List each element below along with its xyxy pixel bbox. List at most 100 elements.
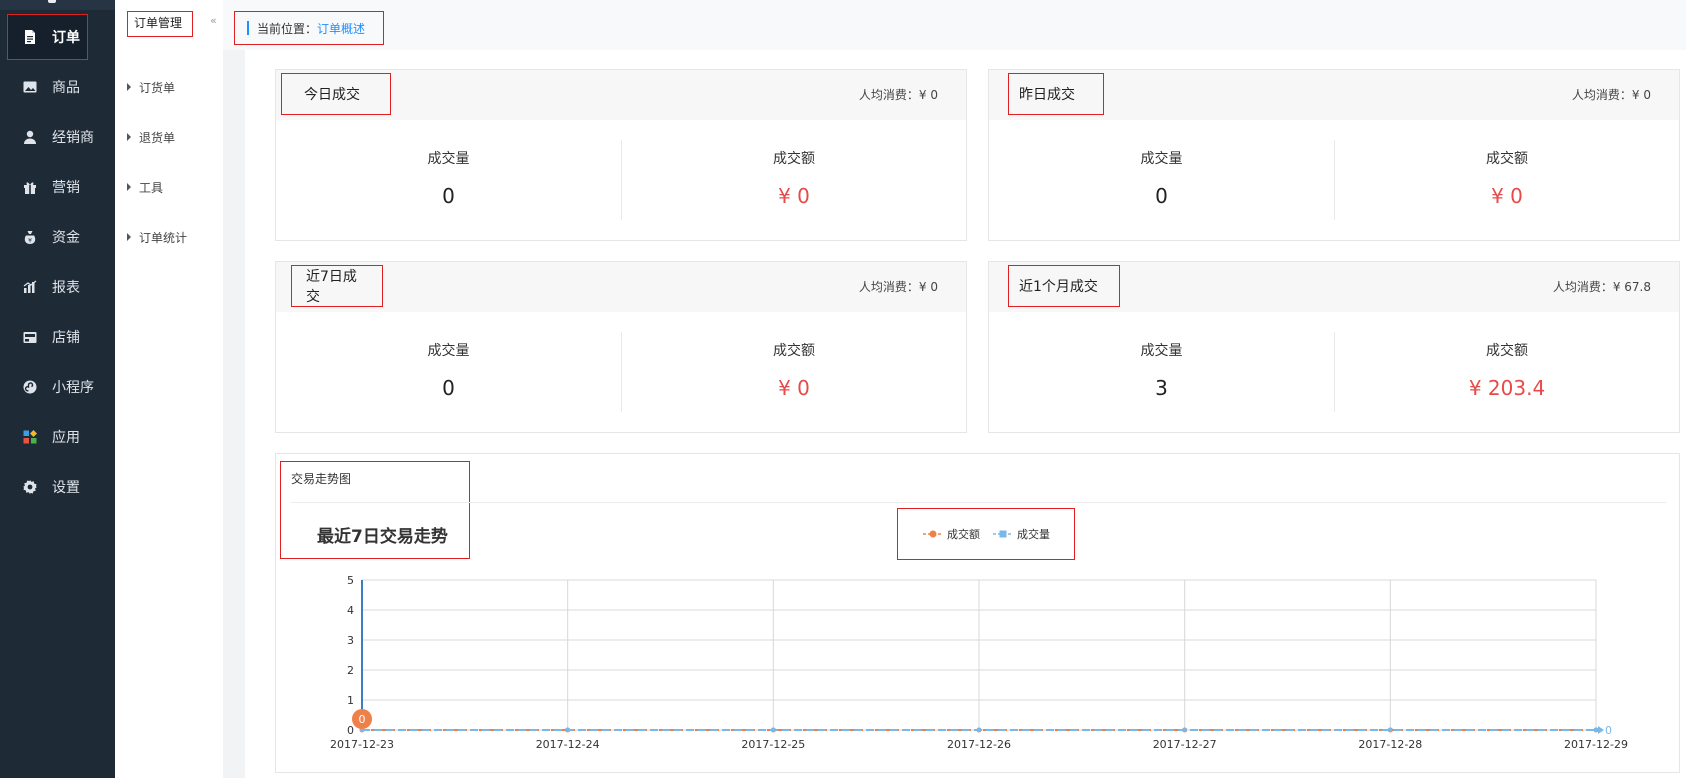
subnav-item-label: 订货单	[139, 80, 176, 95]
caret-right-icon	[127, 83, 131, 91]
subnav-item-label: 退货单	[139, 130, 176, 145]
data-point	[1182, 728, 1187, 732]
y-tick-label: 1	[347, 694, 354, 707]
y-tick-label: 5	[347, 574, 354, 587]
nav-item-7[interactable]: 小程序	[0, 362, 115, 412]
card-last-7-days: 近7日成交 人均消费：¥ 0 成交量 0 成交额 ¥ 0	[275, 261, 967, 433]
trend-chart: 0 1 2 3 4 5 2017-12-23 2017-12-24 2017-12-25 2017…	[330, 574, 1628, 751]
breadcrumb-accent-bar	[247, 21, 249, 35]
count-label: 成交量	[427, 151, 470, 167]
y-tick-label: 0	[347, 724, 354, 737]
count-value: 3	[1155, 376, 1168, 400]
subnav-item-label: 工具	[139, 180, 164, 195]
amount-value: ¥ 203.4	[1468, 376, 1546, 400]
nav-item-label: 店铺	[52, 330, 80, 346]
subnav-item-0[interactable]: 订货单	[127, 77, 175, 97]
nav-item-label: 资金	[52, 230, 80, 246]
nav-item-3[interactable]: 营销	[0, 162, 115, 212]
y-tick-label: 3	[347, 634, 354, 647]
card-title: 近1个月成交	[1008, 265, 1120, 307]
card-avg-spend: 人均消费：¥ 0	[1571, 88, 1651, 102]
card-avg-spend: 人均消费：¥ 67.8	[1552, 280, 1651, 294]
card-avg-spend: 人均消费：¥ 0	[858, 88, 938, 102]
caret-right-icon	[127, 233, 131, 241]
subnav-item-1[interactable]: 退货单	[127, 127, 175, 147]
nav-item-label: 设置	[52, 480, 80, 496]
gear-icon	[22, 479, 38, 495]
count-label: 成交量	[1140, 343, 1183, 359]
document-icon	[22, 29, 38, 45]
main-nav: 订单商品经销商营销 ¥ 资金报表店铺小程序应用设置	[0, 0, 115, 778]
subnav-item-2[interactable]: 工具	[127, 177, 163, 197]
data-point	[565, 728, 570, 732]
bar-chart-icon	[22, 279, 38, 295]
collapse-icon[interactable]: «	[210, 14, 222, 28]
mini-program-icon	[22, 379, 38, 395]
caret-right-icon	[127, 133, 131, 141]
nav-item-0[interactable]: 订单	[7, 14, 88, 60]
amount-label: 成交额	[1486, 151, 1528, 167]
data-point	[1594, 728, 1598, 732]
data-label: 0	[1605, 724, 1612, 737]
card-title: 近7日成交	[291, 265, 383, 307]
card-header: 近7日成交 人均消费：¥ 0	[276, 262, 966, 312]
nav-item-label: 应用	[52, 430, 80, 446]
nav-item-6[interactable]: 店铺	[0, 312, 115, 362]
count-value: 0	[442, 184, 455, 208]
trend-chart-panel: 交易走势图 最近7日交易走势 成交额 成交量 0 1 2 3 4 5 2017-12-23 20…	[275, 453, 1680, 773]
amount-value: ¥ 0	[778, 376, 810, 400]
nav-item-label: 商品	[52, 80, 80, 96]
card-yesterday: 昨日成交 人均消费：¥ 0 成交量 0 成交额 ¥ 0	[988, 69, 1680, 241]
nav-item-9[interactable]: 设置	[0, 462, 115, 512]
nav-item-5[interactable]: 报表	[0, 262, 115, 312]
x-tick-label: 2017-12-24	[536, 738, 600, 751]
nav-item-8[interactable]: 应用	[0, 412, 115, 462]
x-tick-label: 2017-12-23	[330, 738, 394, 751]
breadcrumb-prefix: 当前位置：	[257, 21, 318, 36]
nav-item-label: 报表	[52, 280, 80, 296]
amount-value: ¥ 0	[1491, 184, 1523, 208]
card-last-month: 近1个月成交 人均消费：¥ 67.8 成交量 3 成交额 ¥ 203.4	[988, 261, 1680, 433]
x-tick-label: 2017-12-27	[1153, 738, 1217, 751]
apps-icon	[22, 429, 38, 445]
y-tick-label: 4	[347, 604, 354, 617]
nav-item-label: 小程序	[52, 380, 94, 396]
x-tick-label: 2017-12-25	[741, 738, 805, 751]
breadcrumb-bar: 当前位置： 订单概述	[223, 0, 1686, 50]
data-point	[1388, 728, 1393, 732]
nav-item-label: 订单	[52, 30, 80, 46]
card-avg-spend: 人均消费：¥ 0	[858, 280, 938, 294]
amount-label: 成交额	[773, 151, 815, 167]
card-title: 今日成交	[281, 73, 391, 115]
svg-text:¥: ¥	[28, 237, 32, 244]
y-tick-label: 2	[347, 664, 354, 677]
user-icon	[22, 129, 38, 145]
subnav-item-label: 订单统计	[139, 230, 188, 245]
nav-item-1[interactable]: 商品	[0, 62, 115, 112]
nav-item-label: 经销商	[52, 130, 94, 146]
subnav-title: 订单管理	[127, 11, 193, 37]
gift-icon	[22, 179, 38, 195]
amount-value: ¥ 0	[778, 184, 810, 208]
card-header: 近1个月成交 人均消费：¥ 67.8	[989, 262, 1679, 312]
card-header: 今日成交 人均消费：¥ 0	[276, 70, 966, 120]
count-value: 0	[442, 376, 455, 400]
caret-right-icon	[127, 183, 131, 191]
nav-top-handle	[48, 0, 56, 3]
nav-item-2[interactable]: 经销商	[0, 112, 115, 162]
data-point	[977, 728, 981, 732]
count-value: 0	[1155, 184, 1168, 208]
data-label-arrow	[1598, 726, 1604, 734]
amount-label: 成交额	[1486, 343, 1528, 359]
breadcrumb-current[interactable]: 订单概述	[317, 20, 365, 37]
nav-item-4[interactable]: ¥ 资金	[0, 212, 115, 262]
data-point	[771, 728, 776, 732]
breadcrumb: 当前位置： 订单概述	[233, 11, 385, 45]
count-label: 成交量	[427, 343, 470, 359]
x-tick-label: 2017-12-28	[1358, 738, 1422, 751]
nav-item-label: 营销	[52, 180, 80, 196]
image-icon	[22, 79, 38, 95]
sub-nav: 订单管理 订货单退货单工具订单统计	[115, 0, 223, 778]
subnav-item-3[interactable]: 订单统计	[127, 227, 187, 247]
count-label: 成交量	[1140, 151, 1183, 167]
